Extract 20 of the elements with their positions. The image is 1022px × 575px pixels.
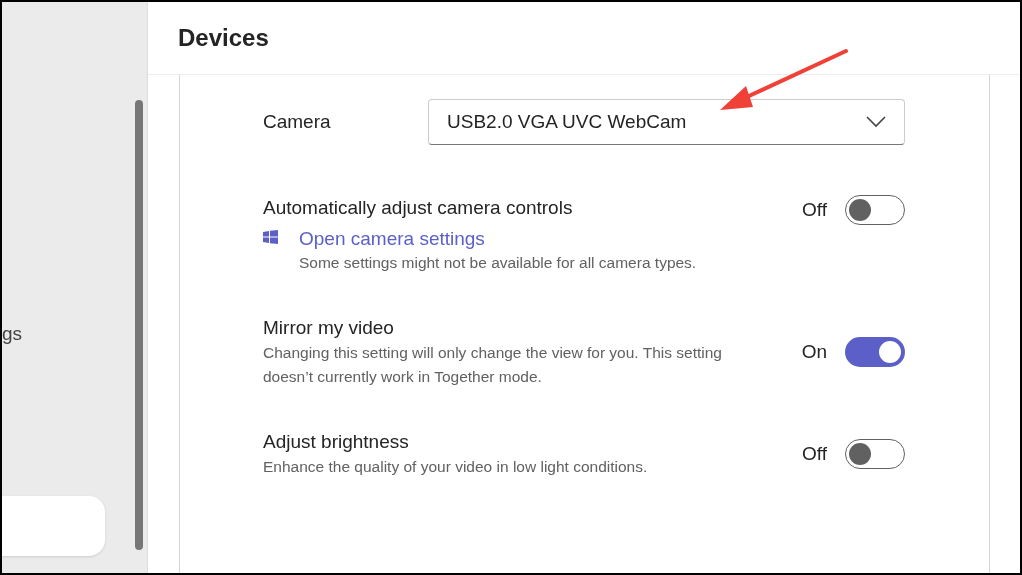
setting-title: Automatically adjust camera controls (263, 196, 574, 220)
toggle-switch[interactable] (845, 337, 905, 367)
sidebar-item[interactable]: gs (2, 320, 23, 349)
setting-title: Mirror my video (263, 316, 395, 340)
toggle-state-label: Off (802, 197, 827, 222)
toggle-state-label: On (801, 339, 827, 364)
toggle-state-label: Off (802, 441, 827, 466)
page-title: Devices (178, 23, 269, 53)
chevron-down-icon (866, 116, 886, 128)
camera-label: Camera (263, 109, 332, 134)
toggle-switch[interactable] (845, 439, 905, 469)
setting-description: Enhance the quality of your video in low light conditions. (263, 457, 649, 477)
windows-logo-icon (263, 230, 278, 244)
setting-title: Adjust brightness (263, 430, 410, 454)
open-settings-link[interactable]: Open camera settings (299, 227, 485, 251)
setting-description: Changing this setting will only change the view for you. This setting doesn’t currently work in Together mode. (263, 343, 723, 387)
setting-description: Some settings might not be available for all camera types. (299, 253, 697, 273)
scrollbar[interactable] (135, 100, 143, 550)
camera-dropdown[interactable]: USB2.0 VGA UVC WebCam (428, 99, 905, 145)
toggle-switch[interactable] (845, 195, 905, 225)
